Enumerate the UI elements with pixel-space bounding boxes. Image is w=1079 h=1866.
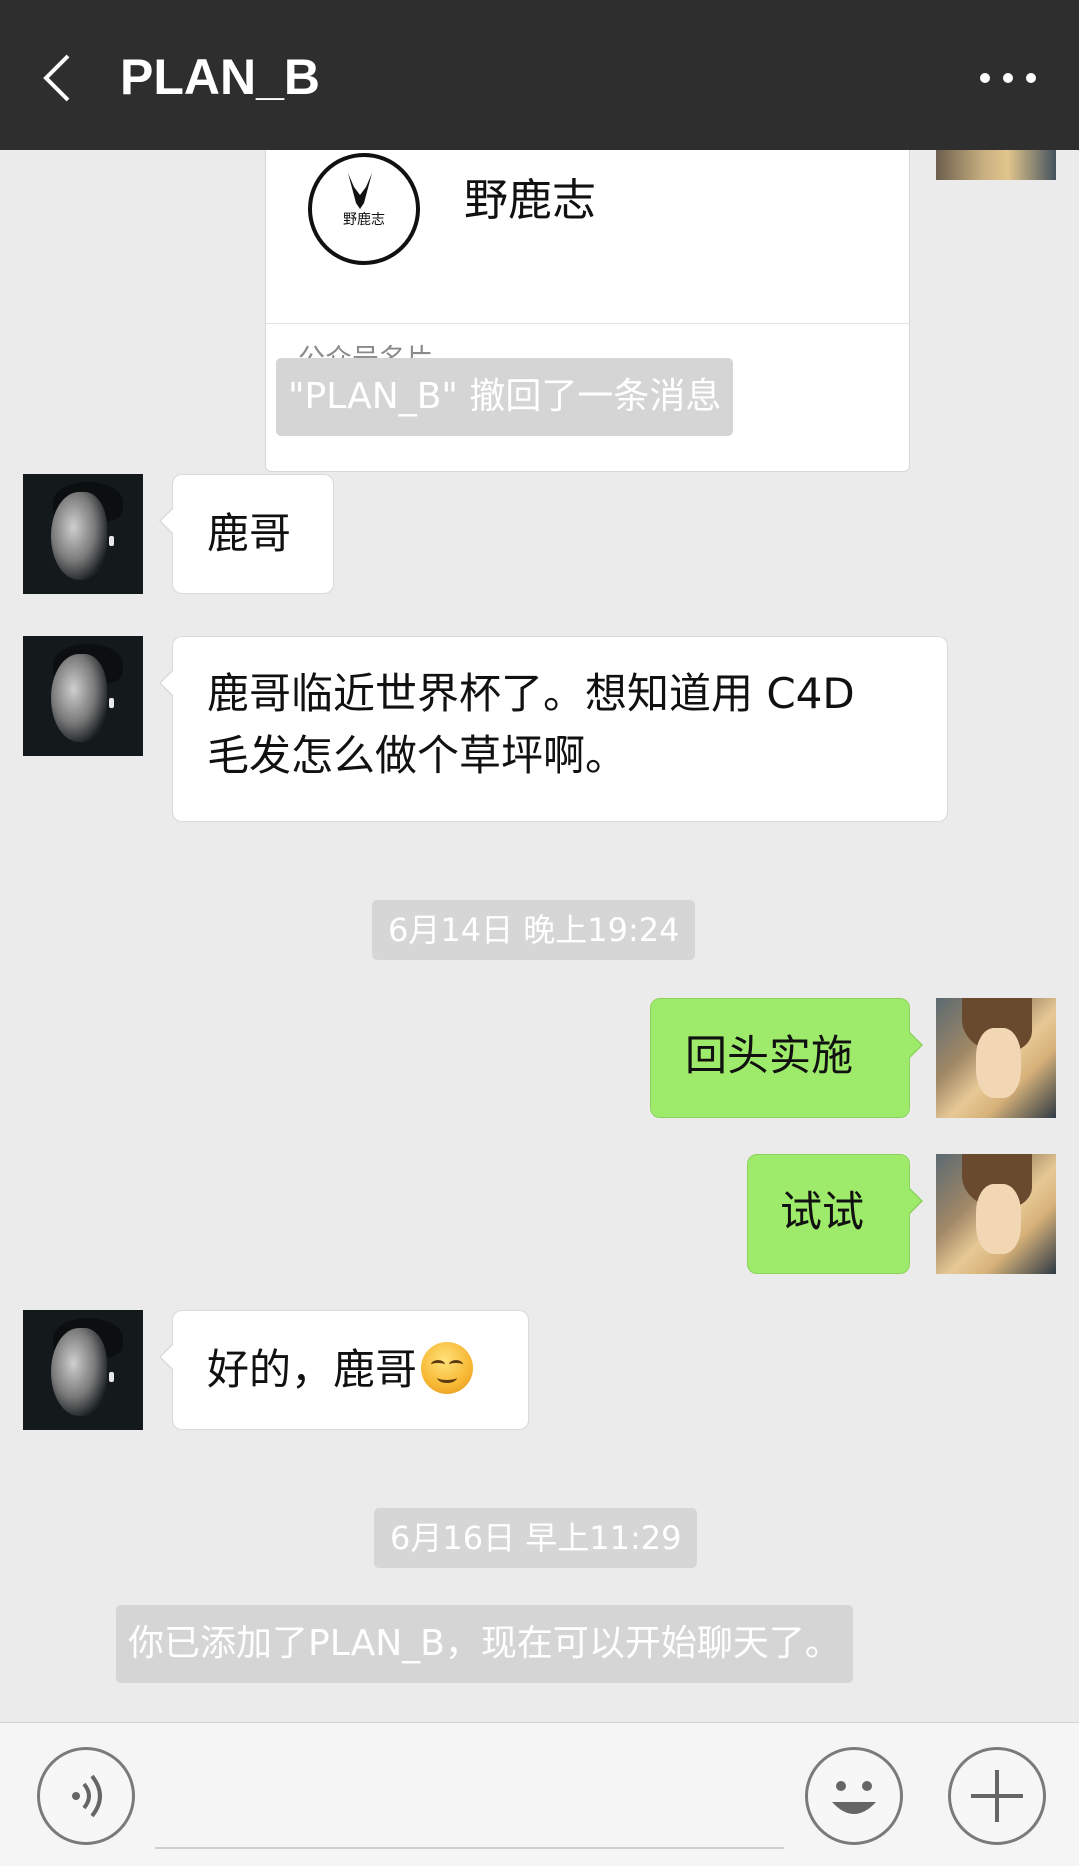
emoji-button[interactable] (805, 1747, 903, 1845)
recall-notice: "PLAN_B" 撤回了一条消息 (276, 358, 734, 436)
message-bubble-in[interactable]: 好的，鹿哥 (159, 1310, 529, 1430)
contact-avatar[interactable] (23, 1310, 143, 1430)
chat-area[interactable]: 野鹿志 野鹿志 公众号名片 "PLAN_B" 撤回了一条消息 鹿哥 鹿哥临近世界… (0, 150, 1079, 1722)
friend-added-notice: 你已添加了PLAN_B，现在可以开始聊天了。 (116, 1605, 853, 1683)
message-bubble-in[interactable]: 鹿哥 (159, 474, 334, 594)
voice-button[interactable] (37, 1747, 135, 1845)
card-divider (266, 323, 909, 324)
plus-button[interactable] (948, 1747, 1046, 1845)
message-text: 好的，鹿哥 (207, 1345, 418, 1394)
message-text: 回头实施 (685, 1031, 854, 1080)
deer-logo-icon (348, 173, 372, 209)
back-button[interactable] (38, 48, 78, 108)
contact-avatar[interactable] (23, 636, 143, 756)
message-bubble-out[interactable]: 回头实施 (650, 998, 923, 1118)
account-name: 野鹿志 (464, 175, 596, 226)
my-avatar-partial[interactable] (936, 150, 1056, 180)
message-bubble-out[interactable]: 试试 (747, 1154, 923, 1274)
voice-icon (72, 1774, 102, 1818)
chevron-left-icon (43, 54, 70, 102)
chat-title: PLAN_B (120, 49, 321, 105)
account-logo: 野鹿志 (308, 153, 420, 265)
logo-text: 野鹿志 (343, 212, 385, 228)
my-avatar[interactable] (936, 1154, 1056, 1274)
message-text-line-1: 鹿哥临近世界杯了。想知道用 C4D (207, 669, 855, 718)
message-text: 鹿哥 (207, 509, 292, 558)
timestamp: 6月16日 早上11:29 (374, 1508, 698, 1568)
plus-icon (971, 1770, 1023, 1822)
top-bar: PLAN_B (0, 0, 1079, 150)
message-text-line-2: 毛发怎么做个草坪啊。 (207, 731, 628, 780)
emoji-icon (832, 1781, 876, 1814)
message-input[interactable] (155, 1749, 784, 1849)
timestamp: 6月14日 晚上19:24 (372, 900, 696, 960)
my-avatar[interactable] (936, 998, 1056, 1118)
message-bubble-in[interactable]: 鹿哥临近世界杯了。想知道用 C4D 毛发怎么做个草坪啊。 (159, 636, 948, 822)
smirk-emoji-icon (421, 1342, 474, 1394)
message-text: 试试 (780, 1187, 865, 1236)
more-dots-icon (980, 73, 1036, 83)
more-button[interactable] (973, 58, 1043, 98)
input-bar (0, 1722, 1079, 1866)
contact-avatar[interactable] (23, 474, 143, 594)
